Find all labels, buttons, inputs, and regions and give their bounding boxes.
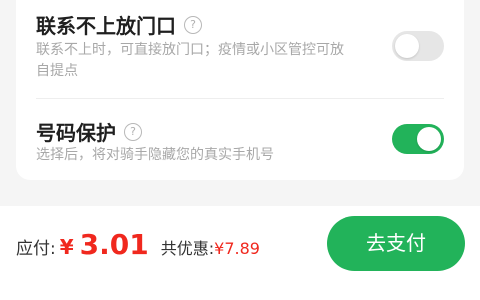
toggle-knob <box>395 34 419 58</box>
option-row-leave-at-door: 联系不上放门口 ? 联系不上时，可直接放门口；疫情或小区管控可放自提点 <box>36 0 444 98</box>
toggle-knob <box>417 127 441 151</box>
discount-value: ¥7.89 <box>214 239 260 258</box>
leave-at-door-toggle[interactable] <box>392 31 444 61</box>
question-circle-icon[interactable]: ? <box>124 122 142 141</box>
option-title-row: 联系不上放门口 ? <box>36 10 202 39</box>
option-description: 选择后，将对骑手隐藏您的真实手机号 <box>36 147 274 163</box>
option-title-row: 号码保护 ? <box>36 117 142 146</box>
price-summary: 应付: ¥ 3.01 共优惠: ¥7.89 <box>16 228 260 268</box>
delivery-options-card: 联系不上放门口 ? 联系不上时，可直接放门口；疫情或小区管控可放自提点 号码保护… <box>16 0 464 180</box>
pay-button[interactable]: 去支付 <box>327 216 465 271</box>
option-title: 号码保护 <box>36 121 116 145</box>
checkout-bar: 应付: ¥ 3.01 共优惠: ¥7.89 去支付 <box>0 206 480 300</box>
discount-label: 共优惠: <box>160 239 215 258</box>
option-title: 联系不上放门口 <box>36 14 176 38</box>
question-circle-icon[interactable]: ? <box>184 15 202 34</box>
amount-due-label: 应付: <box>16 239 56 259</box>
option-row-number-protection: 号码保护 ? 选择后，将对骑手隐藏您的真实手机号 <box>36 99 444 180</box>
amount-due: 3.01 <box>79 228 149 261</box>
option-description: 联系不上时，可直接放门口；疫情或小区管控可放自提点 <box>36 42 344 79</box>
currency-symbol: ¥ <box>59 235 74 259</box>
number-protection-toggle[interactable] <box>392 124 444 154</box>
